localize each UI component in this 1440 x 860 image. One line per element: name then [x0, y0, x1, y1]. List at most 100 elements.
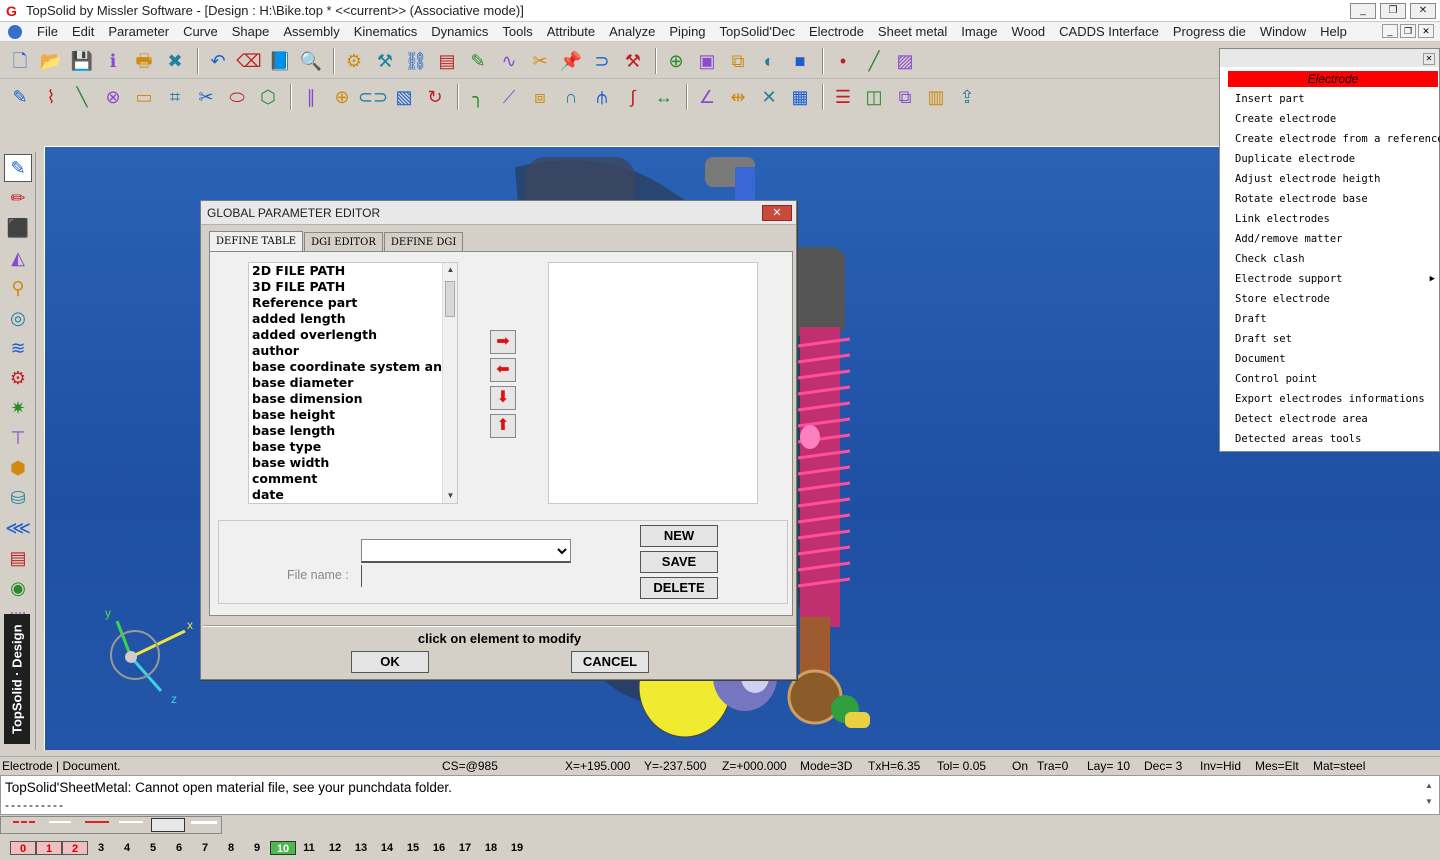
- delete-icon[interactable]: ✖: [161, 47, 189, 75]
- line-style-white[interactable]: [119, 821, 143, 831]
- target-icon[interactable]: ⊕: [328, 83, 356, 111]
- status-tol[interactable]: Tol= 0.05: [937, 757, 986, 775]
- scroll-down-icon[interactable]: ▼: [443, 489, 457, 503]
- layer-14[interactable]: 14: [374, 841, 400, 855]
- eraser-icon[interactable]: ⌫: [235, 47, 263, 75]
- fit-icon[interactable]: ▣: [693, 47, 721, 75]
- wave-icon[interactable]: ≋: [4, 334, 32, 362]
- attach-icon[interactable]: ⧉: [891, 83, 919, 111]
- part-icon[interactable]: ◫: [860, 83, 888, 111]
- tab-define-dgi[interactable]: DEFINE DGI: [383, 232, 464, 251]
- menu-assembly[interactable]: Assembly: [276, 24, 346, 39]
- catalog-icon[interactable]: 📘: [266, 47, 294, 75]
- parameter-list-item[interactable]: base coordinate system and: [249, 359, 457, 375]
- beam-icon[interactable]: ⊤: [4, 424, 32, 452]
- parameter-list-item[interactable]: Reference part: [249, 295, 457, 311]
- parameter-list-item[interactable]: author: [249, 343, 457, 359]
- electrode-menu-item[interactable]: Document: [1235, 349, 1439, 369]
- status-mode[interactable]: Mode=3D: [800, 757, 852, 775]
- ok-button[interactable]: OK: [351, 651, 429, 673]
- layer-9[interactable]: 9: [244, 841, 270, 855]
- scroll-thumb[interactable]: [445, 281, 455, 317]
- menu-analyze[interactable]: Analyze: [602, 24, 662, 39]
- gear-icon[interactable]: ⚙: [4, 364, 32, 392]
- dimension-icon[interactable]: ↔: [650, 83, 678, 111]
- star-icon[interactable]: ✷: [4, 394, 32, 422]
- electrode-menu-item[interactable]: Rotate electrode base: [1235, 189, 1439, 209]
- electrode-menu-item[interactable]: Adjust electrode heigth: [1235, 169, 1439, 189]
- parameter-list-item[interactable]: added length: [249, 311, 457, 327]
- parameter-list[interactable]: 2D FILE PATH 3D FILE PATH Reference part ad…: [248, 262, 458, 504]
- electrode-menu-item[interactable]: Draft set: [1235, 329, 1439, 349]
- new-button[interactable]: NEW: [640, 525, 718, 547]
- minimize-button[interactable]: _: [1350, 3, 1376, 19]
- distance-icon[interactable]: ⇹: [724, 83, 752, 111]
- status-inv[interactable]: Inv=Hid: [1200, 757, 1241, 775]
- layer-8[interactable]: 8: [218, 841, 244, 855]
- pin-icon[interactable]: 📌: [557, 47, 585, 75]
- table-select[interactable]: [361, 539, 571, 563]
- info-icon[interactable]: ℹ: [99, 47, 127, 75]
- arch-icon[interactable]: ∩: [557, 83, 585, 111]
- maximize-button[interactable]: ❐: [1380, 3, 1406, 19]
- parameter-list-item[interactable]: base height: [249, 407, 457, 423]
- status-tra[interactable]: Tra=0: [1037, 757, 1068, 775]
- layer-5[interactable]: 5: [140, 841, 166, 855]
- doc-close-button[interactable]: ✕: [1418, 24, 1434, 38]
- line-style-dashed[interactable]: [13, 821, 35, 831]
- magnet-icon[interactable]: ⊃: [588, 47, 616, 75]
- layer-7[interactable]: 7: [192, 841, 218, 855]
- layer-10[interactable]: 10: [270, 841, 296, 855]
- hammer-icon[interactable]: ⚒: [371, 47, 399, 75]
- parameter-list-item[interactable]: base length: [249, 423, 457, 439]
- electrode-menu-item[interactable]: Electrode support ▶: [1235, 269, 1439, 289]
- electrode-menu-item[interactable]: Link electrodes: [1235, 209, 1439, 229]
- frame-icon[interactable]: ⌗: [161, 83, 189, 111]
- table-icon[interactable]: ▥: [922, 83, 950, 111]
- tab-define-table[interactable]: DEFINE TABLE: [209, 231, 304, 251]
- cross-icon[interactable]: ✕: [755, 83, 783, 111]
- export-icon[interactable]: ⇪: [953, 83, 981, 111]
- mold-icon[interactable]: ⬢: [4, 454, 32, 482]
- new-file-icon[interactable]: 🗋: [6, 47, 34, 75]
- box-icon[interactable]: ▧: [390, 83, 418, 111]
- parameter-list-item[interactable]: base width: [249, 455, 457, 471]
- scroll-up-icon[interactable]: ▲: [443, 263, 457, 277]
- analysis-icon[interactable]: ◉: [4, 574, 32, 602]
- line-style-icon[interactable]: ╱: [860, 47, 888, 75]
- layer-15[interactable]: 15: [400, 841, 426, 855]
- zoom-icon[interactable]: 🔍: [297, 47, 325, 75]
- parameter-list-item[interactable]: comment: [249, 471, 457, 487]
- layer-1[interactable]: 1: [36, 841, 62, 855]
- parameter-list-item[interactable]: 2D FILE PATH: [249, 263, 457, 279]
- menu-window[interactable]: Window: [1253, 24, 1313, 39]
- view-icon[interactable]: ⧉: [724, 47, 752, 75]
- menu-edit[interactable]: Edit: [65, 24, 101, 39]
- ellipse-icon[interactable]: ⬭: [223, 83, 251, 111]
- layer-17[interactable]: 17: [452, 841, 478, 855]
- line-style-red[interactable]: [85, 821, 109, 831]
- status-cs[interactable]: CS=@985: [442, 757, 498, 775]
- offset-icon[interactable]: ⧈: [526, 83, 554, 111]
- undo-icon[interactable]: ↶: [204, 47, 232, 75]
- layer-13[interactable]: 13: [348, 841, 374, 855]
- menu-cadds-interface[interactable]: CADDS Interface: [1052, 24, 1166, 39]
- electrode-menu-item[interactable]: Check clash: [1235, 249, 1439, 269]
- electrode-menu-item[interactable]: Store electrode: [1235, 289, 1439, 309]
- electrode-menu-item[interactable]: Detect electrode area: [1235, 409, 1439, 429]
- layer-19[interactable]: 19: [504, 841, 530, 855]
- sweep-icon[interactable]: ↻: [421, 83, 449, 111]
- status-mes[interactable]: Mes=Elt: [1255, 757, 1299, 775]
- file-name-input[interactable]: [361, 565, 571, 587]
- delete-button[interactable]: DELETE: [640, 577, 718, 599]
- menu-topsolid-dec[interactable]: TopSolid'Dec: [713, 24, 802, 39]
- block-icon[interactable]: ▦: [786, 83, 814, 111]
- parallel-icon[interactable]: ∥: [297, 83, 325, 111]
- parameter-list-scrollbar[interactable]: ▲ ▼: [442, 263, 457, 503]
- polyline-icon[interactable]: ⌇: [37, 83, 65, 111]
- cancel-button[interactable]: CANCEL: [571, 651, 649, 673]
- angle-icon[interactable]: ∠: [693, 83, 721, 111]
- doc-minimize-button[interactable]: _: [1382, 24, 1398, 38]
- layer-4[interactable]: 4: [114, 841, 140, 855]
- status-lay[interactable]: Lay= 10: [1087, 757, 1130, 775]
